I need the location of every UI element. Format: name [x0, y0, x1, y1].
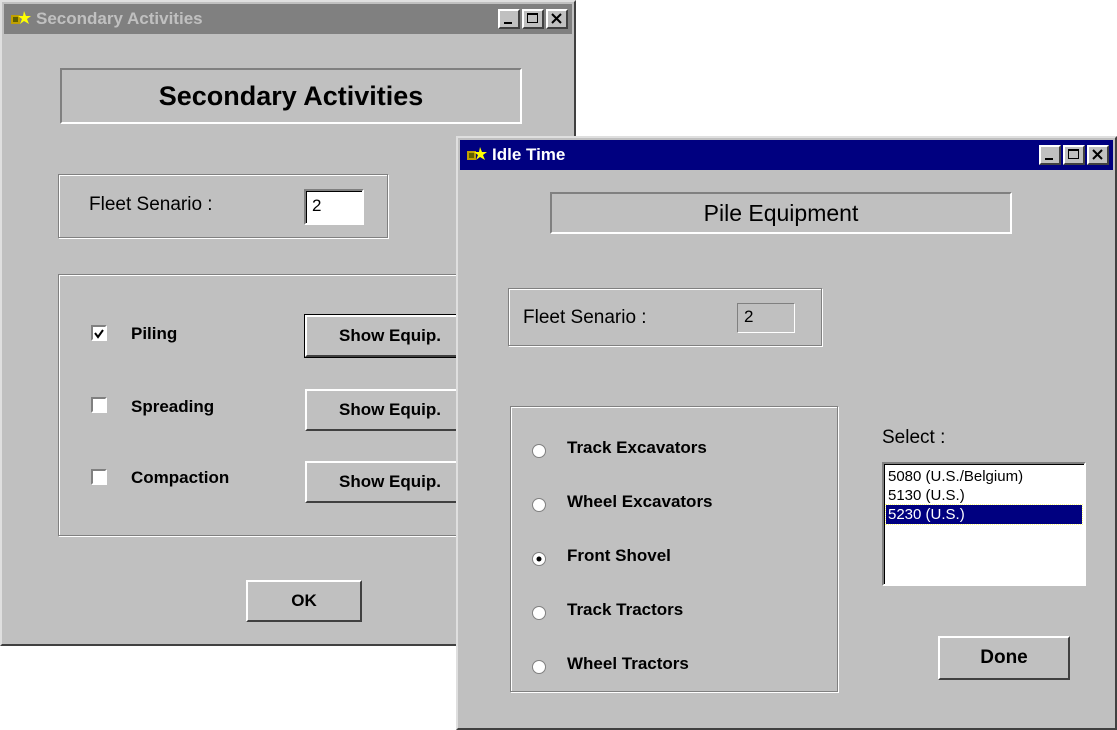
minimize-button[interactable]	[1039, 145, 1061, 165]
maximize-button[interactable]	[522, 9, 544, 29]
radio-icon	[532, 606, 546, 620]
minimize-button[interactable]	[498, 9, 520, 29]
heading-panel: Secondary Activities	[60, 68, 522, 124]
compaction-label: Compaction	[131, 468, 230, 487]
track-tractors-label: Track Tractors	[567, 600, 684, 619]
piling-checkbox[interactable]	[91, 325, 107, 341]
app-icon	[10, 9, 32, 29]
maximize-button[interactable]	[1063, 145, 1085, 165]
spreading-label: Spreading	[131, 397, 215, 416]
window-title: Secondary Activities	[36, 9, 203, 28]
wheel-excavators-label: Wheel Excavators	[567, 492, 713, 511]
spreading-show-equip-button[interactable]: Show Equip.	[305, 389, 475, 431]
wheel-tractors-radio[interactable]	[531, 659, 547, 675]
fleet-scenario-group: Fleet Senario : 2	[508, 288, 822, 346]
close-icon	[1092, 149, 1103, 160]
track-tractors-radio[interactable]	[531, 605, 547, 621]
compaction-show-equip-button[interactable]: Show Equip.	[305, 461, 475, 503]
front-shovel-label: Front Shovel	[567, 546, 671, 565]
compaction-checkbox[interactable]	[91, 469, 107, 485]
done-button[interactable]: Done	[938, 636, 1070, 680]
ok-button[interactable]: OK	[246, 580, 362, 622]
front-shovel-radio[interactable]	[531, 551, 547, 567]
select-label: Select :	[882, 427, 946, 448]
list-item[interactable]: 5080 (U.S./Belgium)	[886, 467, 1082, 486]
minimize-icon	[504, 22, 512, 24]
spreading-checkbox[interactable]	[91, 397, 107, 413]
page-title: Pile Equipment	[703, 199, 859, 226]
maximize-icon	[1068, 149, 1079, 159]
track-excavators-label: Track Excavators	[567, 438, 707, 457]
fleet-scenario-label: Fleet Senario :	[89, 194, 213, 215]
window-title: Idle Time	[492, 145, 566, 164]
app-icon	[466, 145, 488, 165]
model-listbox[interactable]: 5080 (U.S./Belgium) 5130 (U.S.) 5230 (U.…	[882, 462, 1086, 586]
heading-panel: Pile Equipment	[550, 192, 1012, 234]
equipment-type-group: Track Excavators Wheel Excavators Front …	[510, 406, 838, 692]
close-icon	[551, 13, 562, 24]
wheel-excavators-radio[interactable]	[531, 497, 547, 513]
secondary-activities-titlebar[interactable]: Secondary Activities	[4, 4, 572, 34]
maximize-icon	[527, 13, 538, 23]
radio-icon	[532, 660, 546, 674]
idle-time-window: Idle Time Pile Equipment Fleet Senario :…	[456, 136, 1117, 730]
list-item-selected[interactable]: 5230 (U.S.)	[885, 504, 1083, 525]
wheel-tractors-label: Wheel Tractors	[567, 654, 689, 673]
radio-icon	[532, 444, 546, 458]
piling-label: Piling	[131, 324, 178, 343]
check-icon	[94, 329, 104, 339]
minimize-icon	[1045, 158, 1053, 160]
radio-selected-icon	[532, 552, 546, 566]
fleet-scenario-field: 2	[737, 303, 795, 333]
close-button[interactable]	[546, 9, 568, 29]
list-item[interactable]: 5130 (U.S.)	[886, 486, 1082, 505]
fleet-scenario-group: Fleet Senario : 2	[58, 174, 388, 238]
fleet-scenario-field[interactable]: 2	[304, 189, 364, 225]
fleet-scenario-label: Fleet Senario :	[523, 307, 647, 328]
page-title: Secondary Activities	[158, 80, 424, 111]
close-button[interactable]	[1087, 145, 1109, 165]
piling-show-equip-button[interactable]: Show Equip.	[304, 314, 476, 358]
track-excavators-radio[interactable]	[531, 443, 547, 459]
idle-time-titlebar[interactable]: Idle Time	[460, 140, 1113, 170]
radio-icon	[532, 498, 546, 512]
